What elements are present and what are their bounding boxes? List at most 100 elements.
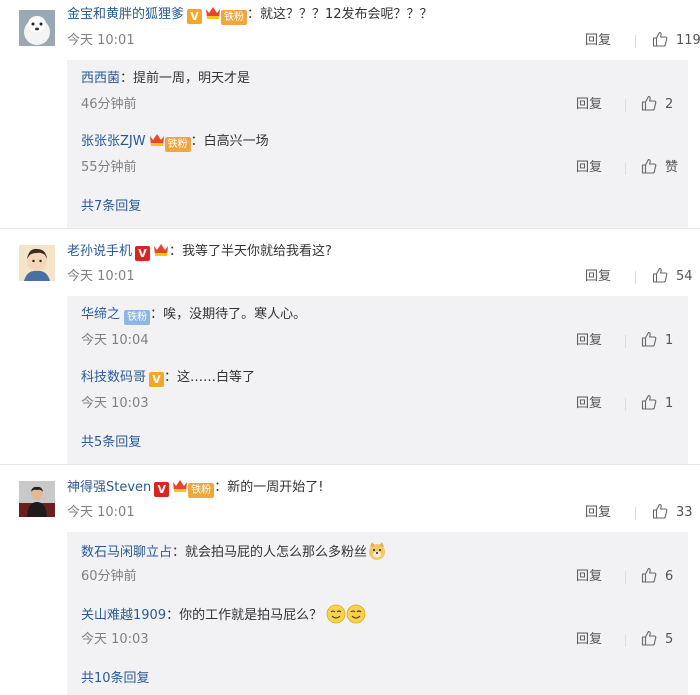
- comment-line: 神得强Steven V 铁粉 ：新的一周开始了!: [67, 478, 324, 498]
- reply-text: ：就会拍马屁的人怎么那么多粉丝: [172, 545, 368, 560]
- reply-button[interactable]: 回复: [576, 394, 602, 414]
- timestamp: 今天 10:04: [81, 333, 149, 348]
- like-button[interactable]: 6: [641, 567, 673, 587]
- username[interactable]: 西西菌: [81, 71, 120, 86]
- divider: [635, 35, 636, 48]
- like-button[interactable]: 1: [641, 394, 673, 414]
- reply-item: 西西菌：提前一周，明天才是 46分钟前 回复 2: [81, 69, 681, 119]
- thumbs-up-icon: [652, 31, 668, 47]
- reply-item: 关山难越1909：你的工作就是拍马屁么？ 今天 10:03 回复 5: [81, 604, 681, 654]
- divider: [0, 228, 700, 229]
- comment-1: 金宝和黄胖的狐狸爹 V 铁粉 ：就这？？？12发布会呢？？？ 今天 10:01 回复 …: [0, 0, 700, 228]
- tiefen-badge: 铁粉: [124, 310, 151, 325]
- username[interactable]: 金宝和黄胖的狐狸爹: [67, 7, 184, 22]
- reply-button[interactable]: 回复: [576, 158, 602, 178]
- verified-v-icon: V: [135, 246, 151, 261]
- thumbs-up-icon: [641, 394, 657, 410]
- divider: [625, 99, 626, 112]
- timestamp: 今天 10:03: [81, 396, 149, 411]
- like-button[interactable]: 2: [641, 95, 673, 115]
- reply-button[interactable]: 回复: [585, 267, 611, 287]
- thumbs-up-icon: [641, 630, 657, 646]
- reply-item: 华缔之 铁粉 ：唉，没期待了。寒人心。 今天 10:04 回复 1: [81, 305, 681, 355]
- divider: [625, 335, 626, 348]
- reply-list: 数石马闲聊立占：就会拍马屁的人怎么那么多粉丝 60分钟前 回复 6 关山难越19…: [67, 532, 688, 695]
- timestamp: 60分钟前: [81, 569, 137, 584]
- comment-3: 神得强Steven V 铁粉 ：新的一周开始了! 今天 10:01 回复 33 数石马…: [0, 472, 700, 695]
- reply-button[interactable]: 回复: [585, 503, 611, 523]
- divider: [625, 634, 626, 647]
- tiefen-badge: 铁粉: [221, 10, 248, 25]
- divider: [635, 271, 636, 284]
- thumbs-up-icon: [641, 567, 657, 583]
- reply-item: 张张张ZJW 铁粉 ：白高兴一场 55分钟前 回复 赞: [81, 132, 681, 182]
- reply-button[interactable]: 回复: [576, 567, 602, 587]
- tiefen-badge: 铁粉: [188, 483, 215, 498]
- avatar[interactable]: [19, 10, 55, 46]
- like-count: 119: [676, 33, 700, 48]
- like-count: 1: [665, 333, 674, 348]
- reply-text: ：提前一周，明天才是: [120, 71, 251, 86]
- reply-button[interactable]: 回复: [576, 630, 602, 650]
- reply-button[interactable]: 回复: [585, 31, 611, 51]
- reply-list: 华缔之 铁粉 ：唉，没期待了。寒人心。 今天 10:04 回复 1 科技数码哥 V：…: [67, 296, 688, 464]
- doge-emoji-icon: [367, 541, 387, 561]
- comment-actions: 回复 119: [580, 31, 700, 51]
- like-count: 54: [676, 269, 693, 284]
- like-button[interactable]: 1: [641, 331, 673, 351]
- divider: [625, 398, 626, 411]
- like-button[interactable]: 119: [652, 31, 700, 51]
- reply-text: ：白高兴一场: [190, 134, 269, 149]
- reply-item: 数石马闲聊立占：就会拍马屁的人怎么那么多粉丝 60分钟前 回复 6: [81, 541, 681, 591]
- thumbs-up-icon: [641, 158, 657, 174]
- more-replies-link[interactable]: 共7条回复: [81, 197, 141, 217]
- comment-line: 老孙说手机 V ：我等了半天你就给我看这?: [67, 242, 332, 262]
- avatar[interactable]: [19, 245, 55, 281]
- like-button[interactable]: 33: [652, 503, 693, 523]
- thumbs-up-icon: [641, 331, 657, 347]
- like-button[interactable]: 54: [652, 267, 693, 287]
- username[interactable]: 老孙说手机: [67, 244, 132, 259]
- username[interactable]: 华缔之: [81, 307, 120, 322]
- username[interactable]: 科技数码哥: [81, 370, 146, 385]
- username[interactable]: 数石马闲聊立占: [81, 545, 172, 560]
- reply-list: 西西菌：提前一周，明天才是 46分钟前 回复 2 张张张ZJW 铁粉 ：白高兴一场 …: [67, 60, 688, 228]
- timestamp: 55分钟前: [81, 160, 137, 175]
- divider: [0, 464, 700, 465]
- thumbs-up-icon: [641, 95, 657, 111]
- reply-actions: 回复 1: [561, 394, 681, 414]
- crown-icon: [205, 5, 221, 20]
- reply-actions: 回复 5: [561, 630, 681, 650]
- more-replies-link[interactable]: 共5条回复: [81, 433, 141, 453]
- reply-text: ：你的工作就是拍马屁么？: [166, 608, 323, 623]
- crown-icon: [149, 132, 165, 147]
- timestamp: 今天 10:03: [81, 632, 149, 647]
- avatar[interactable]: [19, 481, 55, 517]
- username[interactable]: 张张张ZJW: [81, 134, 146, 149]
- comment-actions: 回复 33: [580, 503, 700, 523]
- reply-line: 张张张ZJW 铁粉 ：白高兴一场: [81, 132, 269, 152]
- reply-line: 关山难越1909：你的工作就是拍马屁么？: [81, 604, 366, 624]
- reply-actions: 回复 6: [561, 567, 681, 587]
- timestamp: 46分钟前: [81, 97, 137, 112]
- like-count: 33: [676, 505, 693, 520]
- comment-text: ：新的一周开始了!: [214, 480, 324, 495]
- tiefen-badge: 铁粉: [164, 137, 191, 152]
- like-button[interactable]: 5: [641, 630, 673, 650]
- reply-button[interactable]: 回复: [576, 95, 602, 115]
- reply-button[interactable]: 回复: [576, 331, 602, 351]
- username[interactable]: 神得强Steven: [67, 480, 151, 495]
- reply-line: 科技数码哥 V ：这……白等了: [81, 368, 255, 388]
- more-replies-link[interactable]: 共10条回复: [81, 669, 150, 689]
- comment-text: ：就这？？？12发布会呢？？？: [247, 7, 433, 22]
- like-button[interactable]: 赞: [641, 158, 678, 178]
- thumbs-up-icon: [652, 267, 668, 283]
- reply-line: 数石马闲聊立占：就会拍马屁的人怎么那么多粉丝: [81, 541, 387, 561]
- divider: [625, 162, 626, 175]
- smile-emoji-icon: [346, 604, 366, 624]
- crown-icon: [153, 242, 169, 257]
- username[interactable]: 关山难越1909: [81, 608, 166, 623]
- like-count: 5: [665, 632, 674, 647]
- verified-v-icon: V: [149, 372, 165, 387]
- comment-line: 金宝和黄胖的狐狸爹 V 铁粉 ：就这？？？12发布会呢？？？: [67, 5, 433, 25]
